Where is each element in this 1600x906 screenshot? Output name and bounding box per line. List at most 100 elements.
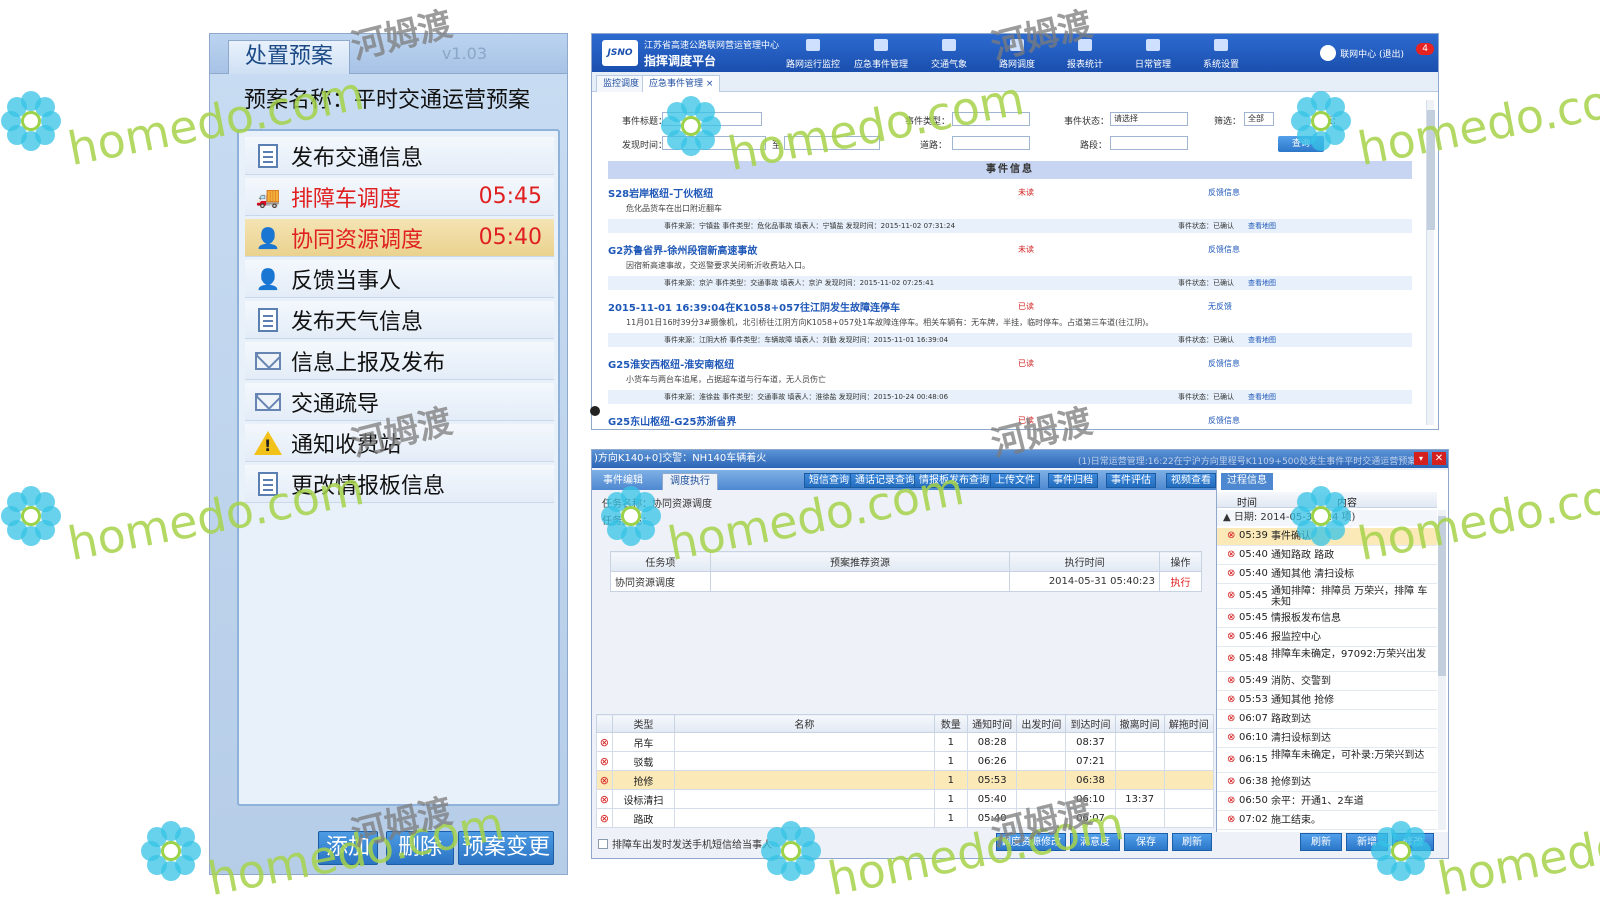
delete-button[interactable]: 删除 [386, 831, 454, 865]
table-row[interactable]: ⊗ 抢修 1 05:53 06:38 [596, 770, 1215, 790]
nav-item[interactable]: 日常管理 [1122, 37, 1184, 70]
screen-select[interactable]: 全部 [1244, 112, 1274, 126]
nav-item[interactable]: 交通气象 [918, 37, 980, 70]
plan-task-item[interactable]: 👤 协同资源调度 05:40 [245, 219, 554, 257]
delete-log-icon[interactable]: ⊗ [1227, 713, 1235, 724]
event-type-select[interactable] [952, 112, 1030, 126]
plan-change-button[interactable]: 预案变更 [458, 831, 554, 865]
section-input[interactable] [1110, 136, 1188, 150]
log-entry[interactable]: ⊗ 06:38 抢修到达 [1217, 774, 1437, 792]
execute-link[interactable]: 执行 [1159, 571, 1202, 592]
delete-log-icon[interactable]: ⊗ [1227, 814, 1235, 825]
feedback-link[interactable]: 无反馈 [1208, 301, 1232, 312]
log-entry[interactable]: ⊗ 05:45 情报板发布信息 [1217, 610, 1437, 628]
delete-log-icon[interactable]: ⊗ [1227, 590, 1235, 601]
event-title-link[interactable]: G2苏鲁省界-徐州段宿新高速事故 [608, 242, 757, 257]
feedback-link[interactable]: 反馈信息 [1208, 187, 1240, 198]
feedback-link[interactable]: 反馈信息 [1208, 244, 1240, 255]
road-input[interactable] [952, 136, 1030, 150]
add-button[interactable]: 添加 [318, 831, 378, 865]
delete-log-icon[interactable]: ⊗ [1227, 754, 1235, 765]
event-status-select[interactable]: 请选择 [1110, 112, 1188, 126]
plan-task-item[interactable]: 更改情报板信息 [245, 465, 554, 503]
plan-task-item[interactable]: 发布天气信息 [245, 301, 554, 339]
log-entry[interactable]: ⊗ 06:10 清扫设标到达 [1217, 730, 1437, 748]
save-button[interactable]: 保存 [1124, 833, 1168, 851]
event-title-input[interactable] [662, 112, 762, 126]
log-entry[interactable]: ⊗ 05:53 通知其他 抢修 [1217, 692, 1437, 710]
event-title-link[interactable]: S28岩岸枢纽-丁伙枢纽 [608, 185, 713, 200]
log-entry[interactable]: ⊗ 07:02 施工结束。 [1217, 812, 1437, 830]
refresh-button[interactable]: 刷新 [1172, 833, 1212, 851]
plan-panel-tab[interactable]: 处置预案 [228, 40, 351, 74]
log-add-button[interactable]: 新增 [1346, 833, 1388, 851]
plan-task-item[interactable]: 👤 反馈当事人 [245, 260, 554, 298]
plan-task-item[interactable]: 信息上报及发布 [245, 342, 554, 380]
event-item[interactable]: G25淮安西枢纽-淮安南枢纽 已读 反馈信息 小货车与两台车追尾，占据超车道与行车道，… [608, 354, 1412, 411]
delete-row-icon[interactable]: ⊗ [596, 732, 613, 752]
event-item[interactable]: 2015-11-01 16:39:04在K1058+057往江阴发生故障连停车 已… [608, 297, 1412, 354]
tool-button[interactable]: 上传文件 [990, 473, 1040, 488]
log-entry[interactable]: ⊗ 06:07 路政到达 [1217, 711, 1437, 729]
sms-checkbox[interactable] [598, 838, 608, 849]
delete-row-icon[interactable]: ⊗ [596, 751, 613, 771]
plan-task-item[interactable]: 通知收费站 [245, 424, 554, 462]
delete-log-icon[interactable]: ⊗ [1227, 653, 1235, 664]
sms-checkbox-row[interactable]: 排障车出发时发送手机短信给当事人 [598, 836, 772, 851]
delete-log-icon[interactable]: ⊗ [1227, 631, 1235, 642]
minimize-icon[interactable]: ▾ [1414, 452, 1428, 465]
log-entry[interactable]: ⊗ 05:46 报监控中心 [1217, 629, 1437, 647]
tool-button[interactable]: 通话记录查询 [850, 473, 920, 488]
time-start-input[interactable] [662, 136, 766, 150]
event-list-scrollbar[interactable] [1426, 100, 1435, 425]
tool-button[interactable]: 事件归档 [1048, 473, 1098, 488]
log-entry[interactable]: ⊗ 06:15 排障车未确定，可补录:万荣兴到达 [1217, 749, 1437, 773]
delete-row-icon[interactable]: ⊗ [596, 789, 613, 809]
tab-monitor-dispatch[interactable]: 监控调度 [596, 75, 647, 92]
view-map-link[interactable]: 查看地图 [1248, 278, 1276, 288]
log-entry[interactable]: ⊗ 05:45 通知排障：排障员 万荣兴，排障 车 未知 [1217, 585, 1437, 609]
collapse-icon[interactable] [590, 406, 600, 416]
scroll-thumb[interactable] [1438, 516, 1446, 676]
log-entry[interactable]: ⊗ 05:39 事件确认 [1217, 528, 1437, 546]
nav-item[interactable]: 系统设置 [1190, 37, 1252, 70]
log-entry[interactable]: ⊗ 06:50 余平：开通1、2车道 [1217, 793, 1437, 811]
tool-button[interactable]: 短信查询 [804, 473, 854, 488]
user-info[interactable]: 联网中心 (退出) [1320, 45, 1404, 61]
delete-row-icon[interactable]: ⊗ [596, 808, 613, 828]
feedback-link[interactable]: 反馈信息 [1208, 358, 1240, 369]
log-edit-button[interactable]: 修改 [1392, 833, 1434, 851]
log-date-group[interactable]: ▲ 日期: 2014-05-31 (24 项) [1217, 510, 1437, 526]
delete-log-icon[interactable]: ⊗ [1227, 795, 1235, 806]
modify-resource-button[interactable]: 调度资源修改 [996, 833, 1066, 851]
tab-dispatch-exec[interactable]: 调度执行 [662, 473, 718, 490]
table-row[interactable]: ⊗ 驳载 1 06:26 07:21 [596, 751, 1215, 771]
view-map-link[interactable]: 查看地图 [1248, 392, 1276, 402]
satisfaction-button[interactable]: 满意度 [1070, 833, 1120, 851]
plan-task-item[interactable]: 🚚 排障车调度 05:45 [245, 178, 554, 216]
scroll-thumb[interactable] [1427, 110, 1435, 230]
feedback-link[interactable]: 反馈信息 [1208, 415, 1240, 426]
close-icon[interactable]: ✕ [1432, 452, 1446, 465]
view-map-link[interactable]: 查看地图 [1248, 335, 1276, 345]
log-scrollbar[interactable] [1438, 510, 1446, 830]
delete-row-icon[interactable]: ⊗ [596, 770, 613, 790]
view-map-link[interactable]: 查看地图 [1248, 221, 1276, 231]
plan-task-item[interactable]: 发布交通信息 [245, 137, 554, 175]
plan-task-item[interactable]: 交通疏导 [245, 383, 554, 421]
event-title-link[interactable]: 2015-11-01 16:39:04在K1058+057往江阴发生故障连停车 [608, 299, 900, 314]
delete-log-icon[interactable]: ⊗ [1227, 568, 1235, 579]
delete-log-icon[interactable]: ⊗ [1227, 549, 1235, 560]
query-button[interactable]: 查询 [1278, 136, 1324, 152]
delete-log-icon[interactable]: ⊗ [1227, 612, 1235, 623]
event-title-link[interactable]: G25淮安西枢纽-淮安南枢纽 [608, 356, 734, 371]
delete-log-icon[interactable]: ⊗ [1227, 732, 1235, 743]
nav-item[interactable]: 路网运行监控 [782, 37, 844, 70]
table-row[interactable]: ⊗ 吊车 1 08:28 08:37 [596, 732, 1215, 752]
tool-button[interactable]: 视频查看 [1166, 473, 1216, 488]
event-title-link[interactable]: G25东山枢纽-G25苏浙省界 [608, 413, 736, 428]
log-entry[interactable]: ⊗ 05:40 通知路政 路政 [1217, 547, 1437, 565]
tab-process-info[interactable]: 过程信息 [1221, 473, 1273, 490]
alert-badge[interactable]: 4 [1416, 43, 1434, 55]
log-entry[interactable]: ⊗ 05:48 排障车未确定，97092:万荣兴出发 [1217, 648, 1437, 672]
